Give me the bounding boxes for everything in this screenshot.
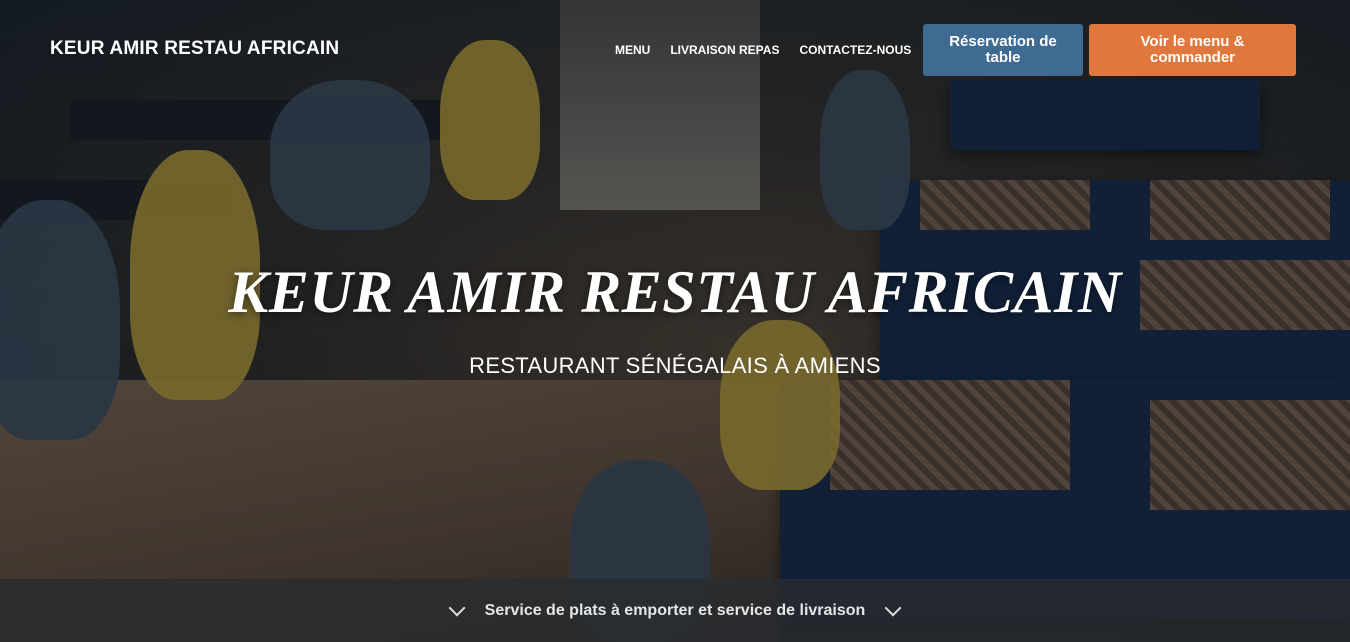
site-brand[interactable]: KEUR AMIR RESTAU AFRICAIN [50, 38, 339, 60]
service-bar[interactable]: Service de plats à emporter et service d… [0, 579, 1350, 642]
chevron-down-icon [448, 599, 466, 616]
main-nav: MENU LIVRAISON REPAS CONTACTEZ-NOUS [615, 43, 911, 57]
reserve-table-button[interactable]: Réservation de table [923, 24, 1083, 76]
chevron-down-icon [884, 599, 902, 616]
nav-livraison[interactable]: LIVRAISON REPAS [670, 43, 779, 57]
nav-contact[interactable]: CONTACTEZ-NOUS [799, 43, 911, 57]
hero-title: KEUR AMIR RESTAU AFRICAIN [228, 259, 1122, 325]
hero-subtitle: RESTAURANT SÉNÉGALAIS À AMIENS [469, 353, 881, 378]
nav-menu[interactable]: MENU [615, 43, 650, 57]
service-bar-label: Service de plats à emporter et service d… [484, 601, 866, 619]
view-menu-order-button[interactable]: Voir le menu & commander [1089, 24, 1296, 76]
